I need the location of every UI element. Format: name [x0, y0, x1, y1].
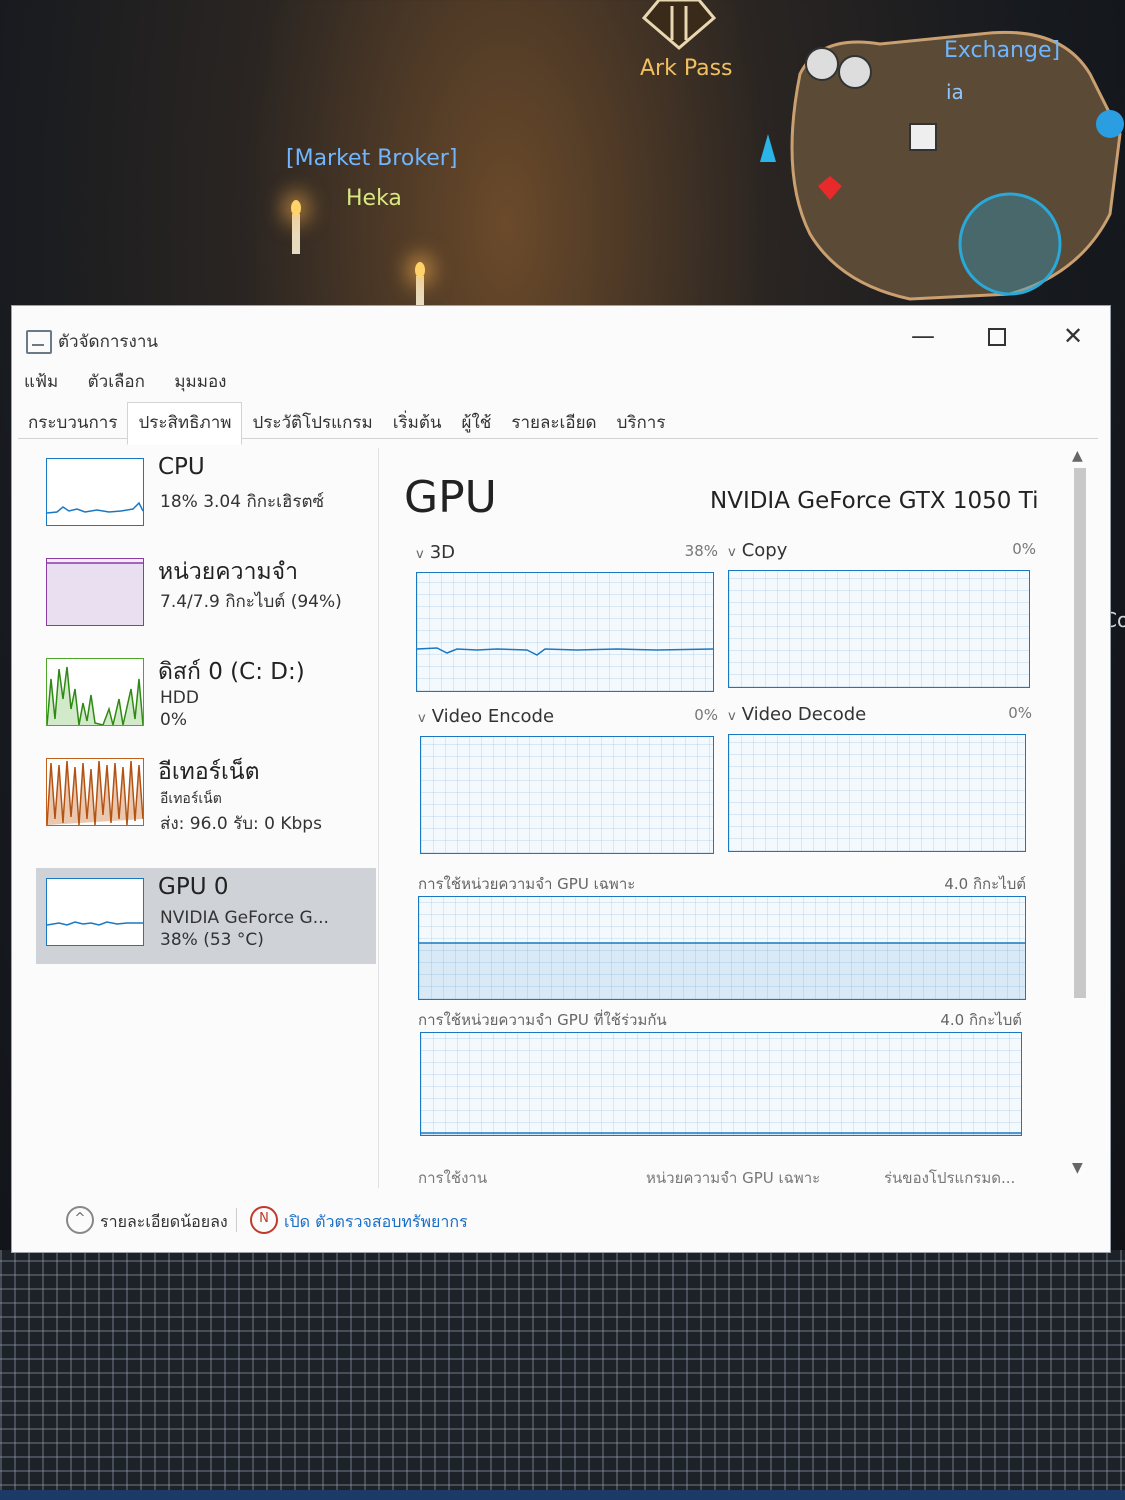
resource-detail-secondary: ส่ง: 96.0 รับ: 0 Kbps — [160, 814, 322, 834]
stat-driver-label: ร่นของโปรแกรมด... — [884, 1169, 1016, 1187]
window-title: ตัวจัดการงาน — [58, 332, 159, 352]
resource-detail-secondary: 38% (53 °C) — [160, 930, 264, 950]
resource-detail: NVIDIA GeForce G... — [160, 908, 329, 928]
shared-memory-graph — [420, 1032, 1022, 1136]
gpu-thumbnail-graph — [46, 878, 144, 946]
chevron-up-icon[interactable]: ^ — [66, 1206, 94, 1234]
candle — [416, 276, 424, 306]
map-label-fragment: ia — [946, 80, 964, 104]
menu-view[interactable]: มุมมอง — [174, 372, 226, 392]
footer-bar: ^ รายละเอียดน้อยลง N เปิด ตัวตรวจสอบทรัพ… — [12, 1200, 1110, 1240]
candle — [292, 214, 300, 254]
resource-item-cpu[interactable]: CPU 18% 3.04 กิกะเฮิรตซ์ — [36, 448, 376, 544]
resource-name: ดิสก์ 0 (C: D:) — [158, 659, 305, 685]
stat-dedicated-memory-label: หน่วยความจำ GPU เฉพาะ — [646, 1169, 821, 1187]
taskbar-edge — [0, 1490, 1125, 1500]
engine-copy-graph — [728, 570, 1030, 688]
tab-bar: กระบวนการ ประสิทธิภาพ ประวัติโปรแกรม เริ่มต… — [18, 402, 1098, 445]
chevron-down-icon: v — [728, 709, 736, 724]
ark-pass-label[interactable]: Ark Pass — [640, 56, 733, 81]
cpu-thumbnail-graph — [46, 458, 144, 526]
disk-thumbnail-graph — [46, 658, 144, 726]
engine-encode-selector[interactable]: v Video Encode — [418, 706, 554, 727]
task-manager-icon — [26, 330, 52, 354]
tab-details[interactable]: รายละเอียด — [501, 403, 606, 444]
resource-name: อีเทอร์เน็ต — [158, 759, 260, 785]
engine-encode-graph — [420, 736, 714, 854]
shared-memory-max: 4.0 กิกะไบต์ — [940, 1011, 1022, 1029]
vertical-scrollbar[interactable]: ▲ ▼ — [1070, 448, 1090, 1183]
floor-grating — [0, 1250, 1125, 1500]
resource-name: GPU 0 — [158, 874, 229, 900]
resource-list: CPU 18% 3.04 กิกะเฮิรตซ์ หน่วยความจำ 7.4… — [28, 448, 379, 1188]
resource-item-gpu[interactable]: GPU 0 NVIDIA GeForce G... 38% (53 °C) — [36, 868, 376, 964]
close-button[interactable]: ✕ — [1048, 314, 1098, 358]
menu-options[interactable]: ตัวเลือก — [88, 372, 145, 392]
title-bar[interactable]: ตัวจัดการงาน — ✕ — [12, 306, 1110, 366]
scroll-down-icon[interactable]: ▼ — [1072, 1160, 1083, 1176]
task-manager-window: ตัวจัดการงาน — ✕ แฟ้ม ตัวเลือก มุมมอง กร… — [12, 306, 1110, 1252]
stat-utilization-label: การใช้งาน — [418, 1169, 488, 1187]
footer-divider — [236, 1208, 237, 1232]
engine-decode-selector[interactable]: v Video Decode — [728, 704, 866, 725]
scroll-up-icon[interactable]: ▲ — [1072, 448, 1083, 464]
scrollbar-thumb[interactable] — [1074, 468, 1086, 998]
engine-percent: 0% — [694, 706, 718, 724]
resource-item-memory[interactable]: หน่วยความจำ 7.4/7.9 กิกะไบต์ (94%) — [36, 548, 376, 644]
resource-item-disk[interactable]: ดิสก์ 0 (C: D:) HDD 0% — [36, 648, 376, 744]
chevron-down-icon: v — [416, 547, 424, 562]
minimap[interactable] — [760, 14, 1125, 304]
tab-app-history[interactable]: ประวัติโปรแกรม — [242, 403, 382, 444]
memory-thumbnail-graph — [46, 558, 144, 626]
chevron-down-icon: v — [418, 711, 426, 726]
gpu-model-name: NVIDIA GeForce GTX 1050 Ti — [710, 488, 1039, 514]
menu-file[interactable]: แฟ้ม — [24, 372, 58, 392]
candle-flame — [291, 200, 301, 216]
dedicated-memory-label: การใช้หน่วยความจำ GPU เฉพาะ — [418, 875, 636, 893]
engine-3d-graph — [416, 572, 714, 692]
engine-decode-graph — [728, 734, 1026, 852]
market-broker-label: [Market Broker] — [286, 146, 458, 171]
dedicated-memory-graph — [418, 896, 1026, 1000]
engine-copy-selector[interactable]: v Copy — [728, 540, 787, 561]
ethernet-thumbnail-graph — [46, 758, 144, 826]
tab-processes[interactable]: กระบวนการ — [18, 403, 127, 444]
fewer-details-button[interactable]: รายละเอียดน้อยลง — [100, 1210, 228, 1235]
minimize-button[interactable]: — — [898, 314, 948, 358]
resource-name: CPU — [158, 454, 205, 480]
shared-memory-label: การใช้หน่วยความจำ GPU ที่ใช้ร่วมกัน — [418, 1011, 667, 1029]
engine-label: 3D — [429, 542, 456, 563]
tab-services[interactable]: บริการ — [607, 403, 676, 444]
npc-name-label: Heka — [346, 186, 402, 211]
engine-label: Copy — [741, 540, 788, 561]
gpu-heading: GPU — [404, 472, 497, 523]
resource-item-ethernet[interactable]: อีเทอร์เน็ต อีเทอร์เน็ต ส่ง: 96.0 รับ: 0… — [36, 748, 376, 844]
maximize-button[interactable] — [972, 314, 1022, 358]
engine-label: Video Encode — [431, 706, 555, 727]
engine-label: Video Decode — [741, 704, 867, 725]
chevron-down-icon: v — [728, 545, 736, 560]
exchange-label[interactable]: Exchange] — [944, 38, 1060, 63]
resource-detail: อีเทอร์เน็ต — [160, 791, 222, 807]
engine-3d-selector[interactable]: v 3D — [416, 542, 455, 563]
engine-percent: 0% — [1008, 704, 1032, 722]
resource-name: หน่วยความจำ — [158, 559, 299, 585]
tab-startup[interactable]: เริ่มต้น — [383, 403, 452, 444]
resource-monitor-icon[interactable]: N — [250, 1206, 278, 1234]
dedicated-memory-max: 4.0 กิกะไบต์ — [944, 875, 1026, 893]
tab-performance[interactable]: ประสิทธิภาพ — [127, 402, 243, 445]
ark-pass-icon[interactable] — [634, 0, 724, 50]
tab-users[interactable]: ผู้ใช้ — [452, 403, 502, 444]
resource-detail: 18% 3.04 กิกะเฮิรตซ์ — [160, 492, 325, 512]
open-resource-monitor-link[interactable]: เปิด ตัวตรวจสอบทรัพยากร — [284, 1210, 468, 1235]
maximize-icon — [988, 328, 1006, 346]
menu-bar: แฟ้ม ตัวเลือก มุมมอง — [24, 368, 250, 394]
engine-percent: 0% — [1012, 540, 1036, 558]
candle-flame — [415, 262, 425, 278]
resource-detail: HDD — [160, 688, 199, 708]
resource-detail-secondary: 0% — [160, 710, 187, 730]
engine-percent: 38% — [684, 542, 718, 560]
resource-detail: 7.4/7.9 กิกะไบต์ (94%) — [160, 592, 342, 612]
